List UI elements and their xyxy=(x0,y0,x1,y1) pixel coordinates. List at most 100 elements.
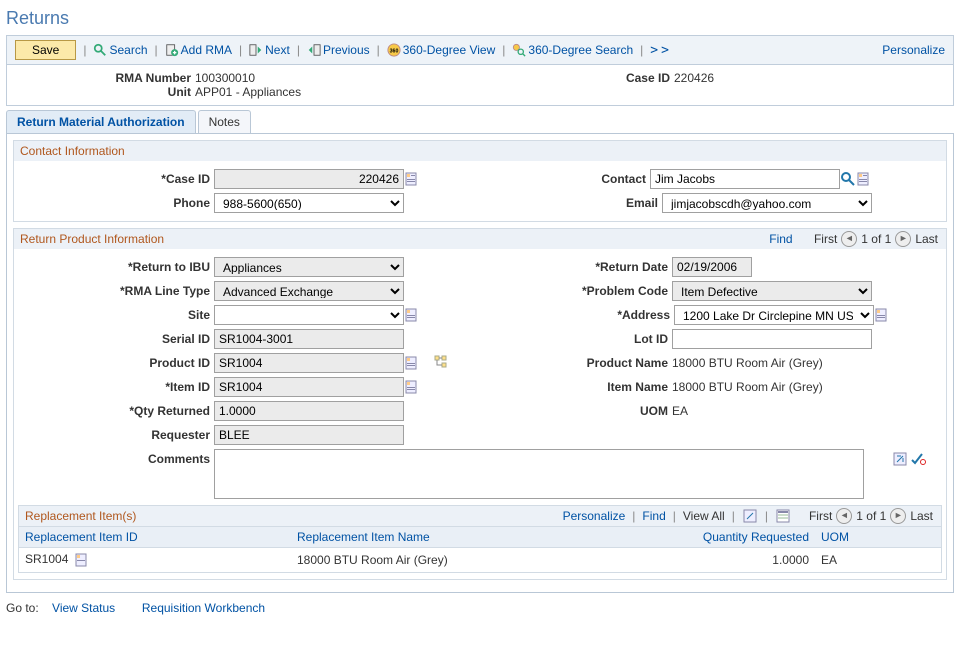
unit-label: Unit xyxy=(7,85,191,99)
separator: | xyxy=(502,43,505,57)
tab-content: Contact Information *Case ID Contact xyxy=(6,134,954,593)
previous-link[interactable]: Previous xyxy=(307,43,370,57)
case-id-input[interactable] xyxy=(214,169,404,189)
toolbar: Save | Search | Add RMA | Next | Previou… xyxy=(6,35,954,65)
rpi-pager: 1 of 1 xyxy=(861,232,891,246)
serial-id-input[interactable] xyxy=(214,329,404,349)
rpi-section: Return Product Information Find First ◄ … xyxy=(13,228,947,580)
problem-code-label: *Problem Code xyxy=(550,284,672,298)
goto-req-workbench[interactable]: Requisition Workbench xyxy=(142,601,265,615)
contact-input[interactable] xyxy=(650,169,840,189)
requester-input[interactable] xyxy=(214,425,404,445)
site-related-icon[interactable] xyxy=(404,307,420,323)
rpi-prev-icon[interactable]: ◄ xyxy=(841,231,857,247)
tab-rma[interactable]: Return Material Authorization xyxy=(6,110,196,133)
next-link[interactable]: Next xyxy=(249,43,290,57)
rpi-next-icon[interactable]: ► xyxy=(895,231,911,247)
comments-expand-icon[interactable] xyxy=(892,451,908,467)
lot-id-input[interactable] xyxy=(672,329,872,349)
product-tree-icon[interactable] xyxy=(434,355,450,371)
comments-label: Comments xyxy=(18,449,214,466)
repl-last: Last xyxy=(910,509,933,523)
previous-icon xyxy=(307,43,321,57)
qty-returned-label: *Qty Returned xyxy=(18,404,214,418)
repl-personalize-link[interactable]: Personalize xyxy=(563,509,626,523)
separator: | xyxy=(640,43,643,57)
replacement-table: Replacement Item ID Replacement Item Nam… xyxy=(19,526,941,572)
return-to-ibu-select[interactable]: Appliances xyxy=(214,257,404,277)
repl-next-icon[interactable]: ► xyxy=(890,508,906,524)
repl-prev-icon[interactable]: ◄ xyxy=(836,508,852,524)
product-id-related-icon[interactable] xyxy=(404,355,420,371)
site-select[interactable] xyxy=(214,305,404,325)
search-360-icon xyxy=(512,43,526,57)
comments-textarea[interactable] xyxy=(214,449,864,499)
repl-id-related-icon[interactable] xyxy=(74,552,90,568)
separator: | xyxy=(765,509,768,523)
case-id-header-value: 220426 xyxy=(674,71,714,85)
problem-code-select[interactable]: Item Defective xyxy=(672,281,872,301)
address-select[interactable]: 1200 Lake Dr Circlepine MN USA xyxy=(674,305,874,325)
goto-view-status[interactable]: View Status xyxy=(52,601,115,615)
repl-uom-value: EA xyxy=(815,548,941,573)
search-link[interactable]: Search xyxy=(93,43,147,57)
goto-label: Go to: xyxy=(6,601,39,615)
email-label: Email xyxy=(570,196,662,210)
case-id-header-label: Case ID xyxy=(480,71,670,85)
separator: | xyxy=(632,509,635,523)
save-button[interactable]: Save xyxy=(15,40,76,60)
lot-id-label: Lot ID xyxy=(550,332,672,346)
contact-section-header: Contact Information xyxy=(14,141,946,161)
toolbar-personalize[interactable]: Personalize xyxy=(882,43,945,57)
replacement-title: Replacement Item(s) xyxy=(25,509,136,523)
unit-value: APP01 - Appliances xyxy=(195,85,301,99)
separator: | xyxy=(673,509,676,523)
contact-label: Contact xyxy=(558,172,650,186)
repl-name-value: 18000 BTU Room Air (Grey) xyxy=(291,548,663,573)
case-id-lookup-icon[interactable] xyxy=(404,171,420,187)
product-id-input[interactable] xyxy=(214,353,404,373)
address-related-icon[interactable] xyxy=(874,307,890,323)
tab-notes[interactable]: Notes xyxy=(198,110,251,133)
rma-number-label: RMA Number xyxy=(7,71,191,85)
add-rma-icon xyxy=(165,43,179,57)
comments-spellcheck-icon[interactable] xyxy=(910,451,926,467)
rma-number-value: 100300010 xyxy=(195,71,255,85)
item-id-related-icon[interactable] xyxy=(404,379,420,395)
rma-line-type-select[interactable]: Advanced Exchange xyxy=(214,281,404,301)
repl-view-all[interactable]: View All xyxy=(683,509,725,523)
col-repl-item-id[interactable]: Replacement Item ID xyxy=(19,527,291,548)
rpi-section-header: Return Product Information Find First ◄ … xyxy=(14,229,946,249)
rpi-find-link[interactable]: Find xyxy=(769,232,792,246)
item-id-input[interactable] xyxy=(214,377,404,397)
product-id-label: Product ID xyxy=(18,356,214,370)
separator: | xyxy=(297,43,300,57)
email-select[interactable]: jimjacobscdh@yahoo.com xyxy=(662,193,872,213)
contact-transfer-icon[interactable] xyxy=(856,171,872,187)
view-360-link[interactable]: 360 360-Degree View xyxy=(387,43,496,57)
col-repl-item-name[interactable]: Replacement Item Name xyxy=(291,527,663,548)
repl-download-icon[interactable] xyxy=(775,508,791,524)
repl-find-link[interactable]: Find xyxy=(642,509,665,523)
view-360-label: 360-Degree View xyxy=(403,43,496,57)
add-rma-link[interactable]: Add RMA xyxy=(165,43,232,57)
repl-first: First xyxy=(809,509,832,523)
address-label: *Address xyxy=(552,308,674,322)
phone-select[interactable]: 988-5600(650) xyxy=(214,193,404,213)
table-row: SR1004 18000 BTU Room Air (Grey) 1.0000 … xyxy=(19,548,941,573)
next-icon xyxy=(249,43,263,57)
contact-search-icon[interactable] xyxy=(840,171,856,187)
col-qty-requested[interactable]: Quantity Requested xyxy=(663,527,815,548)
search-360-link[interactable]: 360-Degree Search xyxy=(512,43,633,57)
rpi-first: First xyxy=(814,232,837,246)
return-date-input[interactable] xyxy=(672,257,752,277)
repl-zoom-icon[interactable] xyxy=(742,508,758,524)
item-id-label: *Item ID xyxy=(18,380,214,394)
qty-returned-input[interactable] xyxy=(214,401,404,421)
repl-id-value: SR1004 xyxy=(25,552,68,566)
header-info: RMA Number 100300010 Case ID 220426 Unit… xyxy=(6,65,954,106)
svg-text:360: 360 xyxy=(389,49,398,55)
more-toolbar-icon[interactable]: >> xyxy=(650,43,672,58)
separator: | xyxy=(732,509,735,523)
col-uom[interactable]: UOM xyxy=(815,527,941,548)
